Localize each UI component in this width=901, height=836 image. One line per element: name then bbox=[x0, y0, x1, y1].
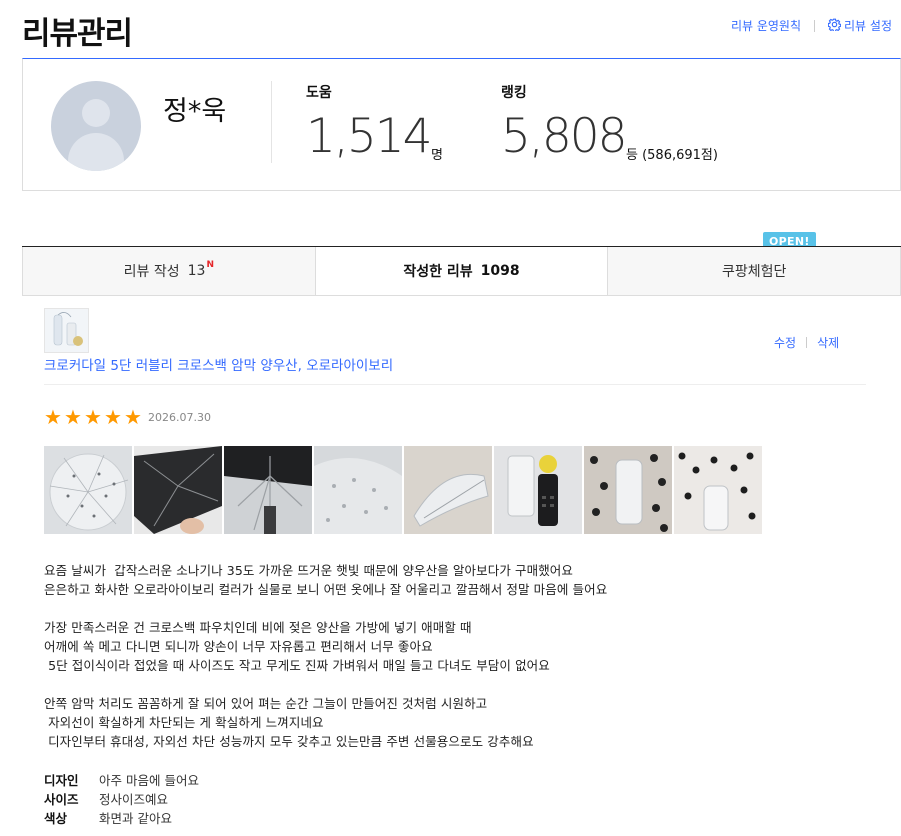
tab-experience-group[interactable]: 쿠팡체험단 bbox=[607, 247, 901, 295]
star-icon: ★ bbox=[124, 405, 142, 429]
star-icon: ★ bbox=[84, 405, 102, 429]
tab-count: 13 bbox=[187, 263, 206, 279]
attribute-row: 색상 화면과 같아요 bbox=[44, 809, 199, 828]
review-line: 은은하고 화사한 오로라아이보리 컬러가 실물로 보니 어떤 옷에나 잘 어울리… bbox=[44, 582, 608, 597]
settings-label: 리뷰 설정 bbox=[844, 19, 892, 33]
help-count: 1,514 bbox=[306, 109, 433, 164]
review-guide-link[interactable]: 리뷰 운영원칙 bbox=[731, 17, 801, 34]
attribute-key: 디자인 bbox=[44, 773, 79, 788]
product-name-link[interactable]: 크로커다일 5단 러블리 크로스백 암막 양우산, 오로라아이보리 bbox=[44, 354, 393, 374]
username: 정*욱 bbox=[163, 96, 227, 127]
review-line: 어깨에 쏙 메고 다니면 되니까 양손이 너무 자유롭고 편리해서 너무 좋아요 bbox=[44, 639, 433, 654]
header-links: 리뷰 운영원칙 리뷰 설정 bbox=[731, 17, 892, 34]
divider bbox=[44, 384, 866, 385]
attribute-value: 화면과 같아요 bbox=[99, 811, 172, 826]
star-icon: ★ bbox=[104, 405, 122, 429]
tab-label: 쿠팡체험단 bbox=[721, 264, 787, 280]
attribute-key: 색상 bbox=[44, 811, 68, 826]
avatar bbox=[51, 81, 141, 171]
rank-unit: 등 (586,691점) bbox=[626, 148, 718, 163]
tab-written-reviews[interactable]: 작성한 리뷰 1098 bbox=[314, 247, 608, 295]
review-photo[interactable] bbox=[494, 446, 582, 534]
star-icon: ★ bbox=[44, 405, 62, 429]
review-photo[interactable] bbox=[404, 446, 492, 534]
review-tabs: 리뷰 작성 13 N 작성한 리뷰 1098 쿠팡체험단 bbox=[22, 246, 901, 296]
review-line: 안쪽 암막 처리도 꼼꼼하게 잘 되어 있어 펴는 순간 그늘이 만들어진 것처… bbox=[44, 696, 488, 711]
tab-label: 리뷰 작성 bbox=[123, 264, 180, 280]
review-date: 2026.07.30 bbox=[148, 411, 211, 424]
review-line bbox=[44, 599, 607, 618]
attribute-value: 아주 마음에 들어요 bbox=[99, 773, 199, 788]
new-badge: N bbox=[206, 260, 215, 270]
divider bbox=[271, 81, 272, 163]
review-photo[interactable] bbox=[674, 446, 762, 534]
review-body: 요즘 날씨가 갑작스러운 소나기나 35도 가까운 뜨거운 햇빛 때문에 양우산… bbox=[44, 561, 607, 751]
review-attributes: 디자인 아주 마음에 들어요 사이즈 정사이즈예요 색상 화면과 같아요 bbox=[44, 771, 199, 828]
review-settings-link[interactable]: 리뷰 설정 bbox=[827, 17, 892, 34]
delete-review-button[interactable]: 삭제 bbox=[817, 334, 839, 351]
edit-review-button[interactable]: 수정 bbox=[774, 334, 796, 351]
help-unit: 명 bbox=[431, 148, 443, 163]
review-photo[interactable] bbox=[44, 446, 132, 534]
review-line bbox=[44, 675, 607, 694]
tab-count: 1098 bbox=[480, 263, 520, 279]
attribute-row: 디자인 아주 마음에 들어요 bbox=[44, 771, 199, 790]
rank-value: 5,808 bbox=[501, 109, 628, 164]
page-title: 리뷰관리 bbox=[22, 16, 133, 52]
review-actions: 수정 삭제 bbox=[774, 334, 839, 351]
attribute-row: 사이즈 정사이즈예요 bbox=[44, 790, 199, 809]
review-line: 5단 접이식이라 접었을 때 사이즈도 작고 무게도 진짜 가벼워서 매일 들고… bbox=[44, 658, 550, 673]
gear-icon bbox=[827, 18, 842, 34]
divider bbox=[806, 337, 808, 348]
review-line: 가장 만족스러운 건 크로스백 파우치인데 비에 젖은 양산을 가방에 넣기 애… bbox=[44, 620, 472, 635]
star-icon: ★ bbox=[64, 405, 82, 429]
attribute-key: 사이즈 bbox=[44, 792, 79, 807]
review-photo[interactable] bbox=[314, 446, 402, 534]
tab-write-review[interactable]: 리뷰 작성 13 N bbox=[22, 247, 315, 295]
review-photo[interactable] bbox=[134, 446, 222, 534]
review-line: 디자인부터 휴대성, 자외선 차단 성능까지 모두 갖추고 있는만큼 주변 선물… bbox=[44, 734, 534, 749]
divider bbox=[814, 19, 816, 32]
help-label: 도움 bbox=[306, 85, 332, 101]
rank-label: 랭킹 bbox=[501, 85, 527, 101]
review-line: 요즘 날씨가 갑작스러운 소나기나 35도 가까운 뜨거운 햇빛 때문에 양우산… bbox=[44, 563, 573, 578]
review-line: 자외선이 확실하게 차단되는 게 확실하게 느껴지네요 bbox=[44, 715, 324, 730]
star-rating: ★ ★ ★ ★ ★ bbox=[44, 405, 144, 429]
product-thumbnail[interactable] bbox=[44, 308, 89, 353]
attribute-value: 정사이즈예요 bbox=[99, 792, 169, 807]
profile-summary: 정*욱 도움 1,514 명 랭킹 5,808 등 (586,691점) bbox=[22, 58, 901, 191]
review-photo[interactable] bbox=[584, 446, 672, 534]
tab-label: 작성한 리뷰 bbox=[403, 264, 473, 280]
review-photos bbox=[44, 446, 762, 534]
review-photo[interactable] bbox=[224, 446, 312, 534]
